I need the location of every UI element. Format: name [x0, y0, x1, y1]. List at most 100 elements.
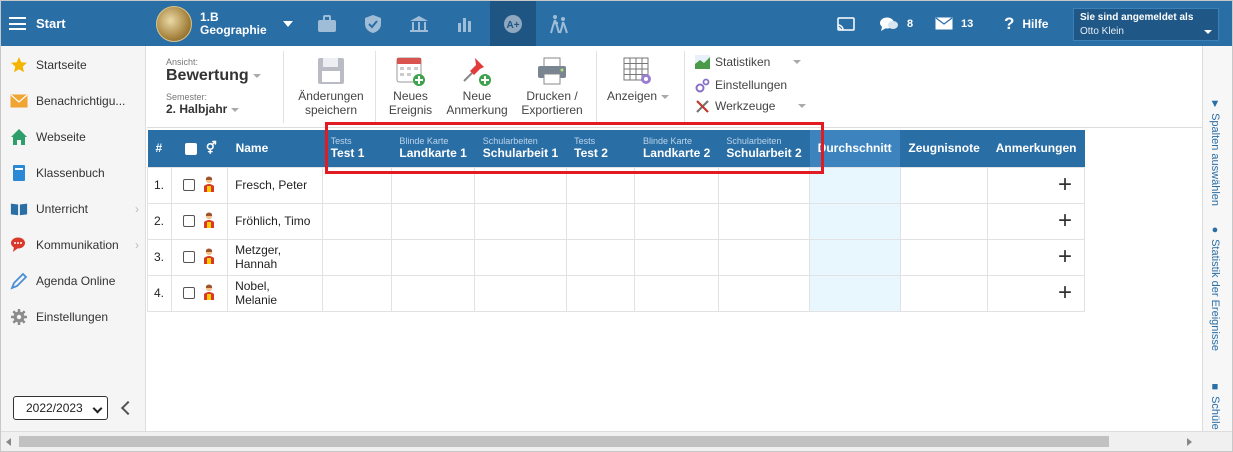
hiking-icon[interactable]	[536, 1, 582, 46]
grade-cell[interactable]	[565, 202, 636, 240]
add-note-icon[interactable]: +	[1058, 279, 1072, 306]
grade-cell[interactable]	[390, 274, 476, 312]
sidebar-item-klassenbuch[interactable]: Klassenbuch	[1, 155, 146, 191]
chevron-right-icon: ›	[135, 202, 139, 216]
new-note-button[interactable]: Neue Anmerkung	[443, 54, 511, 117]
student-name[interactable]: Metzger, Hannah	[227, 238, 324, 276]
row-select-cell	[171, 166, 229, 204]
grade-cell[interactable]	[634, 274, 719, 312]
grade-cell[interactable]	[717, 238, 811, 276]
sidebar-item-label: Benachrichtigu...	[36, 94, 126, 108]
grade-cell[interactable]	[390, 238, 476, 276]
add-note-icon[interactable]: +	[1058, 207, 1072, 234]
row-checkbox[interactable]	[183, 251, 196, 263]
mail-button[interactable]: 13	[935, 1, 973, 46]
user-name: Otto Klein	[1080, 26, 1124, 37]
notes-cell: +	[987, 202, 1085, 240]
sidebar-item-startseite[interactable]: Startseite	[1, 47, 146, 83]
statistics-menu[interactable]: Statistiken	[695, 53, 802, 71]
add-note-icon[interactable]: +	[1058, 171, 1072, 198]
grade-cell[interactable]	[474, 274, 567, 312]
report-grade-cell[interactable]	[899, 238, 989, 276]
report-grade-cell[interactable]	[899, 166, 989, 204]
settings-menu[interactable]: Einstellungen	[695, 76, 787, 94]
student-name[interactable]: Fresch, Peter	[227, 166, 324, 204]
sidebar-item-agenda-online[interactable]: Agenda Online	[1, 263, 146, 299]
grade-cell[interactable]	[322, 202, 392, 240]
print-label-2: Exportieren	[521, 103, 583, 117]
calendar-add-icon	[395, 54, 427, 88]
start-menu-button[interactable]: Start	[9, 1, 66, 46]
sidebar-item-webseite[interactable]: Webseite	[1, 119, 146, 155]
report-grade-cell[interactable]	[899, 202, 989, 240]
name-header[interactable]: Name	[227, 130, 323, 167]
sidebar-item-benachrichtigungen[interactable]: Benachrichtigu...	[1, 83, 146, 119]
sidebar-item-einstellungen[interactable]: Einstellungen	[1, 299, 146, 335]
student-name[interactable]: Nobel, Melanie	[227, 274, 324, 312]
view-selector[interactable]: Ansicht: Bewertung	[166, 57, 261, 85]
student-name[interactable]: Fröhlich, Timo	[227, 202, 324, 240]
screen-share-button[interactable]	[837, 1, 855, 46]
tools-icon	[696, 99, 709, 113]
chevron-down-icon	[231, 107, 240, 112]
event-statistics-tab[interactable]: ● Statistik der Ereignisse	[1209, 224, 1221, 351]
start-label: Start	[36, 16, 66, 31]
school-year-select[interactable]: 2022/2023	[13, 396, 108, 420]
grade-cell[interactable]	[322, 238, 392, 276]
students-label: Schüle	[1209, 396, 1221, 430]
collapse-sidebar-icon[interactable]	[120, 400, 136, 416]
average-cell	[809, 274, 901, 312]
new-event-button[interactable]: Neues Ereignis	[383, 54, 438, 117]
grade-cell[interactable]	[634, 202, 719, 240]
average-cell	[809, 202, 901, 240]
grade-cell[interactable]	[474, 202, 567, 240]
user-account-menu[interactable]: Sie sind angemeldet als Otto Klein	[1073, 8, 1219, 41]
students-tab[interactable]: ■ Schüle	[1209, 381, 1221, 430]
pushpin-add-icon	[461, 54, 493, 88]
scroll-left-arrow-icon[interactable]	[6, 438, 11, 446]
row-checkbox[interactable]	[183, 179, 196, 191]
statistics-label: Statistiken	[715, 55, 771, 69]
grid-settings-icon	[622, 54, 654, 88]
save-changes-button[interactable]: Änderungen speichern	[296, 54, 366, 117]
grade-cell[interactable]	[717, 202, 811, 240]
shield-icon[interactable]	[350, 1, 396, 46]
cast-icon	[837, 16, 855, 31]
row-select-cell	[171, 238, 229, 276]
horizontal-scrollbar[interactable]	[1, 431, 1232, 451]
scrollbar-thumb[interactable]	[19, 436, 1109, 447]
grade-cell[interactable]	[390, 202, 476, 240]
print-export-button[interactable]: Drucken / Exportieren	[517, 54, 587, 117]
tools-menu[interactable]: Werkzeuge	[695, 97, 807, 115]
row-checkbox[interactable]	[183, 215, 196, 227]
app-window: Start 1.B Geographie A+ 8 13 ? Hilfe Sie…	[0, 0, 1233, 452]
table-row: 3. Metzger, Hannah +	[146, 238, 1085, 276]
sidebar-item-kommunikation[interactable]: Kommunikation ›	[1, 227, 146, 263]
scroll-right-arrow-icon[interactable]	[1187, 438, 1192, 446]
notes-header: Anmerkungen	[987, 130, 1085, 167]
grade-cell[interactable]	[717, 274, 811, 312]
add-note-icon[interactable]: +	[1058, 243, 1072, 270]
row-checkbox[interactable]	[183, 287, 196, 299]
grade-cell[interactable]	[565, 238, 636, 276]
gender-icon: ⚥	[205, 141, 217, 156]
select-all-checkbox[interactable]	[184, 143, 197, 156]
bar-chart-icon[interactable]	[442, 1, 488, 46]
messages-button[interactable]: 8	[879, 1, 913, 46]
grade-cell[interactable]	[474, 238, 567, 276]
grade-cell[interactable]	[322, 274, 392, 312]
grade-cell[interactable]	[565, 274, 636, 312]
grade-cell[interactable]	[634, 238, 719, 276]
class-subject-selector[interactable]: 1.B Geographie	[156, 6, 293, 42]
briefcase-icon[interactable]	[304, 1, 350, 46]
select-columns-tab[interactable]: ▼ Spalten auswählen	[1209, 98, 1221, 206]
report-grade-cell[interactable]	[899, 274, 989, 312]
chevron-down-icon	[793, 60, 802, 64]
grades-icon[interactable]: A+	[490, 1, 536, 46]
student-icon	[203, 248, 215, 267]
help-button[interactable]: ? Hilfe	[1004, 1, 1048, 46]
bank-icon[interactable]	[396, 1, 442, 46]
semester-selector[interactable]: Semester: 2. Halbjahr	[166, 92, 240, 116]
show-columns-button[interactable]: Anzeigen	[605, 54, 671, 103]
sidebar-item-unterricht[interactable]: Unterricht ›	[1, 191, 146, 227]
